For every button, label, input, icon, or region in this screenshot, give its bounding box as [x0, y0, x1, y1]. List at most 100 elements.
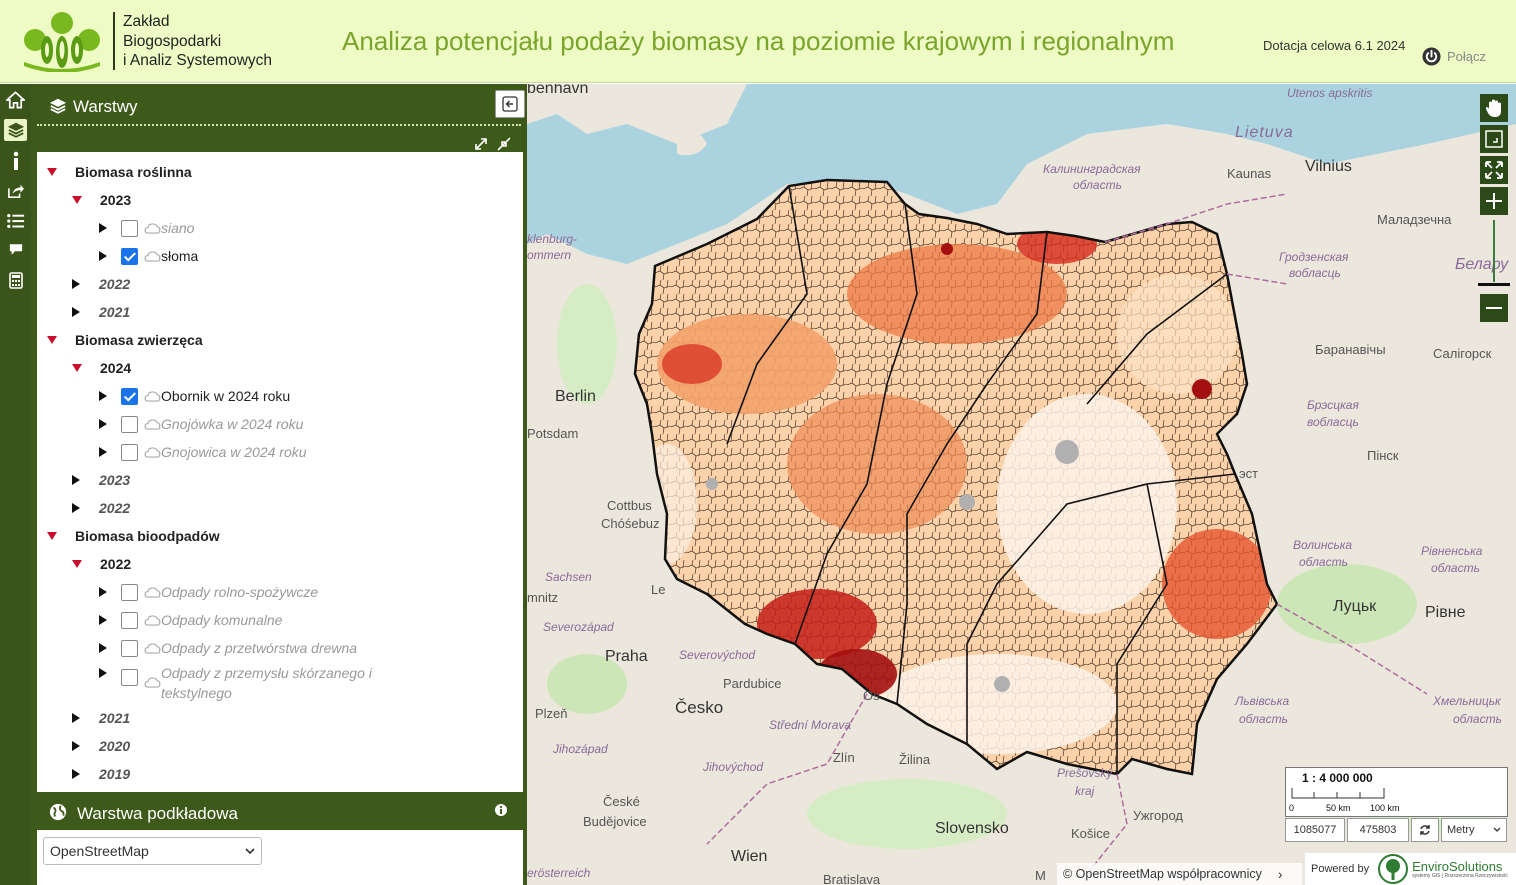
- collapse-all-icon[interactable]: [495, 135, 513, 153]
- layer-label-line: Odpady z przemysłu skórzanego i: [161, 665, 372, 681]
- collapsed-arrow-icon[interactable]: [99, 587, 107, 597]
- collapsed-arrow-icon[interactable]: [99, 251, 107, 261]
- map-canvas[interactable]: [527, 84, 1516, 885]
- organization-name: Zakład Biogospodarki i Analiz Systemowyc…: [123, 12, 272, 71]
- legend-button[interactable]: [4, 210, 27, 232]
- collapse-panel-button[interactable]: [495, 90, 525, 118]
- layer-checkbox[interactable]: [121, 443, 138, 461]
- year-row[interactable]: 2020: [72, 736, 130, 756]
- year-row[interactable]: 2023: [72, 470, 130, 490]
- map-label: Vilnius: [1305, 158, 1352, 175]
- chevron-right-icon[interactable]: ›: [1278, 866, 1283, 882]
- layer-checkbox[interactable]: [121, 415, 138, 433]
- globe-icon: [49, 803, 67, 821]
- collapsed-arrow-icon[interactable]: [72, 503, 80, 513]
- expand-all-icon[interactable]: [472, 135, 490, 153]
- map-label: Utenos apskritis: [1287, 86, 1373, 100]
- expanded-arrow-icon[interactable]: [47, 336, 57, 344]
- comment-button[interactable]: [4, 238, 27, 260]
- tool-icon-bar: [0, 84, 31, 885]
- base-layer-select[interactable]: OpenStreetMap: [43, 837, 262, 865]
- layer-checkbox[interactable]: [121, 247, 138, 265]
- calculator-button[interactable]: [4, 269, 27, 291]
- collapsed-arrow-icon[interactable]: [99, 668, 107, 678]
- expanded-arrow-icon[interactable]: [47, 168, 57, 176]
- base-layer-selected: OpenStreetMap: [50, 843, 149, 859]
- zoom-slider-handle[interactable]: [1478, 283, 1510, 286]
- collapsed-arrow-icon[interactable]: [72, 279, 80, 289]
- collapsed-arrow-icon[interactable]: [72, 475, 80, 485]
- map-label: Os: [863, 688, 880, 703]
- layer-row-sloma[interactable]: słoma: [99, 246, 198, 266]
- zoom-box-button[interactable]: [1480, 125, 1508, 153]
- layer-row-siano[interactable]: siano: [99, 218, 194, 238]
- expanded-arrow-icon[interactable]: [72, 364, 82, 372]
- year-row[interactable]: 2022: [72, 554, 131, 574]
- cloud-icon: [144, 390, 161, 402]
- layer-row-odpady-rolno[interactable]: Odpady rolno-spożywcze: [99, 582, 318, 602]
- zoom-out-button[interactable]: [1480, 294, 1508, 322]
- pan-tool-button[interactable]: [1480, 94, 1508, 122]
- collapsed-arrow-icon[interactable]: [72, 307, 80, 317]
- layer-label: Obornik w 2024 roku: [161, 388, 291, 404]
- year-row[interactable]: 2022: [72, 274, 130, 294]
- layer-row-odpady-komunalne[interactable]: Odpady komunalne: [99, 610, 282, 630]
- units-select[interactable]: Metry: [1441, 818, 1507, 842]
- collapsed-arrow-icon[interactable]: [99, 223, 107, 233]
- map-label: Střední Morava: [769, 718, 852, 732]
- vendor-subtitle: systemy GIS | Rozszerzona Rzeczywistość: [1412, 872, 1508, 879]
- chevron-down-icon: [1493, 827, 1501, 832]
- year-row[interactable]: 2021: [72, 302, 130, 322]
- year-label: 2021: [99, 710, 131, 726]
- year-row[interactable]: 2024: [72, 358, 131, 378]
- connect-button[interactable]: Połącz: [1422, 47, 1486, 66]
- layer-checkbox[interactable]: [121, 219, 138, 237]
- year-label: 2022: [100, 556, 132, 572]
- share-button[interactable]: [4, 180, 27, 202]
- layer-row-gnojowica[interactable]: Gnojowica w 2024 roku: [99, 442, 307, 462]
- expanded-arrow-icon[interactable]: [47, 532, 57, 540]
- map-attribution: © OpenStreetMap współpracownicy ›: [1057, 863, 1302, 885]
- layer-checkbox[interactable]: [121, 611, 138, 629]
- refresh-coords-button[interactable]: [1411, 818, 1439, 842]
- layer-row-odpady-drewna[interactable]: Odpady z przetwórstwa drewna: [99, 638, 357, 658]
- layer-group-row[interactable]: Biomasa bioodpadów: [47, 526, 220, 546]
- zoom-slider-track[interactable]: [1493, 220, 1495, 282]
- expanded-arrow-icon[interactable]: [72, 560, 82, 568]
- home-button[interactable]: [4, 89, 27, 111]
- layer-row-gnojowka[interactable]: Gnojówka w 2024 roku: [99, 414, 303, 434]
- year-row[interactable]: 2023: [72, 190, 131, 210]
- collapsed-arrow-icon[interactable]: [99, 419, 107, 429]
- expanded-arrow-icon[interactable]: [72, 196, 82, 204]
- power-icon: [1422, 47, 1441, 66]
- cloud-icon: [144, 418, 161, 430]
- collapsed-arrow-icon[interactable]: [99, 643, 107, 653]
- collapsed-arrow-icon[interactable]: [72, 741, 80, 751]
- map-label: Jihozápad: [553, 742, 608, 756]
- full-extent-button[interactable]: [1480, 156, 1508, 184]
- layer-checkbox[interactable]: [121, 639, 138, 657]
- layer-group-row[interactable]: Biomasa zwierzęca: [47, 330, 203, 350]
- info-button[interactable]: [4, 150, 27, 172]
- map-view[interactable]: benhavn Utenos apskritis Lietuva Vilnius…: [527, 84, 1516, 885]
- collapsed-arrow-icon[interactable]: [72, 713, 80, 723]
- layer-checkbox[interactable]: [121, 387, 138, 405]
- layer-checkbox[interactable]: [121, 669, 138, 686]
- year-row[interactable]: 2019: [72, 764, 130, 784]
- layer-checkbox[interactable]: [121, 583, 138, 601]
- year-row[interactable]: 2022: [72, 498, 130, 518]
- info-icon[interactable]: [495, 804, 507, 816]
- map-label: Cottbus: [607, 498, 652, 513]
- collapsed-arrow-icon[interactable]: [99, 615, 107, 625]
- layer-row-odpady-skorzane[interactable]: Odpady z przemysłu skórzanego i tekstyln…: [99, 663, 372, 703]
- layer-label: słoma: [161, 248, 199, 264]
- collapsed-arrow-icon[interactable]: [72, 769, 80, 779]
- layer-row-obornik[interactable]: Obornik w 2024 roku: [99, 386, 290, 406]
- layer-group-row[interactable]: Biomasa roślinna: [47, 162, 192, 182]
- layers-button[interactable]: [4, 119, 27, 141]
- year-row[interactable]: 2021: [72, 708, 130, 728]
- zoom-in-button[interactable]: [1480, 187, 1508, 215]
- collapsed-arrow-icon[interactable]: [99, 447, 107, 457]
- collapsed-arrow-icon[interactable]: [99, 391, 107, 401]
- year-label: 2023: [99, 472, 131, 488]
